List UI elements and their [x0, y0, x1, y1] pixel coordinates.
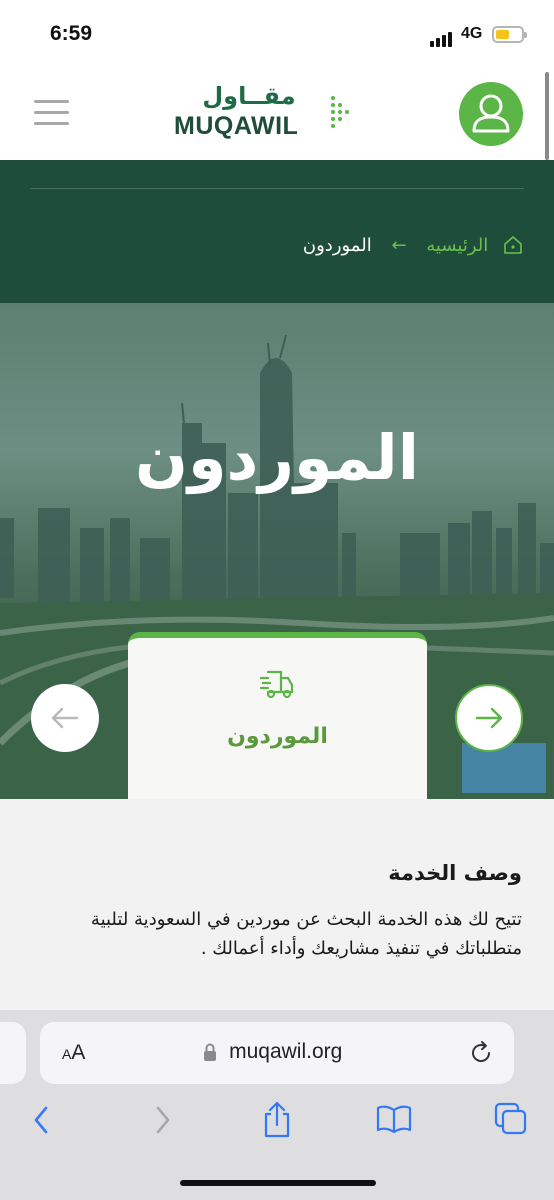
arrow-left-icon	[51, 707, 79, 729]
site-header: مقــاول MUQAWIL	[0, 68, 554, 160]
breadcrumb: الرئيسيه ← الموردون	[303, 234, 524, 256]
status-time: 6:59	[50, 22, 93, 45]
truck-icon	[259, 670, 294, 699]
hamburger-menu-button[interactable]	[34, 100, 69, 126]
address-bar[interactable]: AA muqawil.org	[40, 1022, 514, 1084]
url-text: muqawil.org	[229, 1040, 343, 1063]
home-indicator[interactable]	[180, 1180, 376, 1186]
hero-title: الموردون	[135, 421, 419, 494]
service-card[interactable]: الموردون	[128, 632, 427, 800]
muqawil-logo[interactable]: مقــاول MUQAWIL	[174, 82, 360, 142]
previous-tab-peek[interactable]	[0, 1022, 26, 1084]
lock-icon	[204, 1043, 216, 1061]
carousel-prev-button[interactable]	[31, 684, 99, 752]
carousel-next-button[interactable]	[455, 684, 523, 752]
signal-icon	[430, 28, 454, 47]
description-title: وصف الخدمة	[388, 861, 522, 885]
service-card-label: الموردون	[227, 724, 328, 749]
home-icon[interactable]	[502, 234, 524, 256]
arrow-right-icon	[475, 707, 503, 729]
reload-icon[interactable]	[468, 1040, 494, 1066]
divider	[30, 188, 524, 189]
logo-arabic-text: مقــاول	[202, 82, 296, 110]
breadcrumb-current: الموردون	[302, 234, 372, 256]
logo-english-text: MUQAWIL	[174, 112, 299, 140]
breadcrumb-arrow-icon: ←	[391, 234, 407, 256]
page-scrollbar[interactable]	[545, 72, 549, 160]
user-icon	[472, 94, 510, 133]
browser-toolbar: AA muqawil.org	[0, 1010, 554, 1200]
forward-icon[interactable]	[150, 1104, 174, 1136]
text-size-button[interactable]: AA	[62, 1041, 85, 1065]
network-type: 4G	[461, 25, 483, 42]
status-bar: 6:59 4G	[0, 0, 554, 68]
back-icon[interactable]	[30, 1104, 54, 1136]
share-icon[interactable]	[261, 1100, 293, 1140]
breadcrumb-home-link[interactable]: الرئيسيه	[426, 235, 488, 256]
tabs-icon[interactable]	[494, 1102, 528, 1136]
description-body: تتيح لك هذه الخدمة البحث عن موردين في ال…	[90, 909, 522, 959]
bookmarks-icon[interactable]	[376, 1104, 412, 1134]
logo-arrow-dots-icon	[331, 96, 349, 128]
service-description-section: وصف الخدمة تتيح لك هذه الخدمة البحث عن م…	[0, 799, 554, 1019]
user-account-button[interactable]	[459, 82, 523, 146]
breadcrumb-band: الرئيسيه ← الموردون	[0, 160, 554, 303]
battery-icon	[492, 26, 527, 43]
